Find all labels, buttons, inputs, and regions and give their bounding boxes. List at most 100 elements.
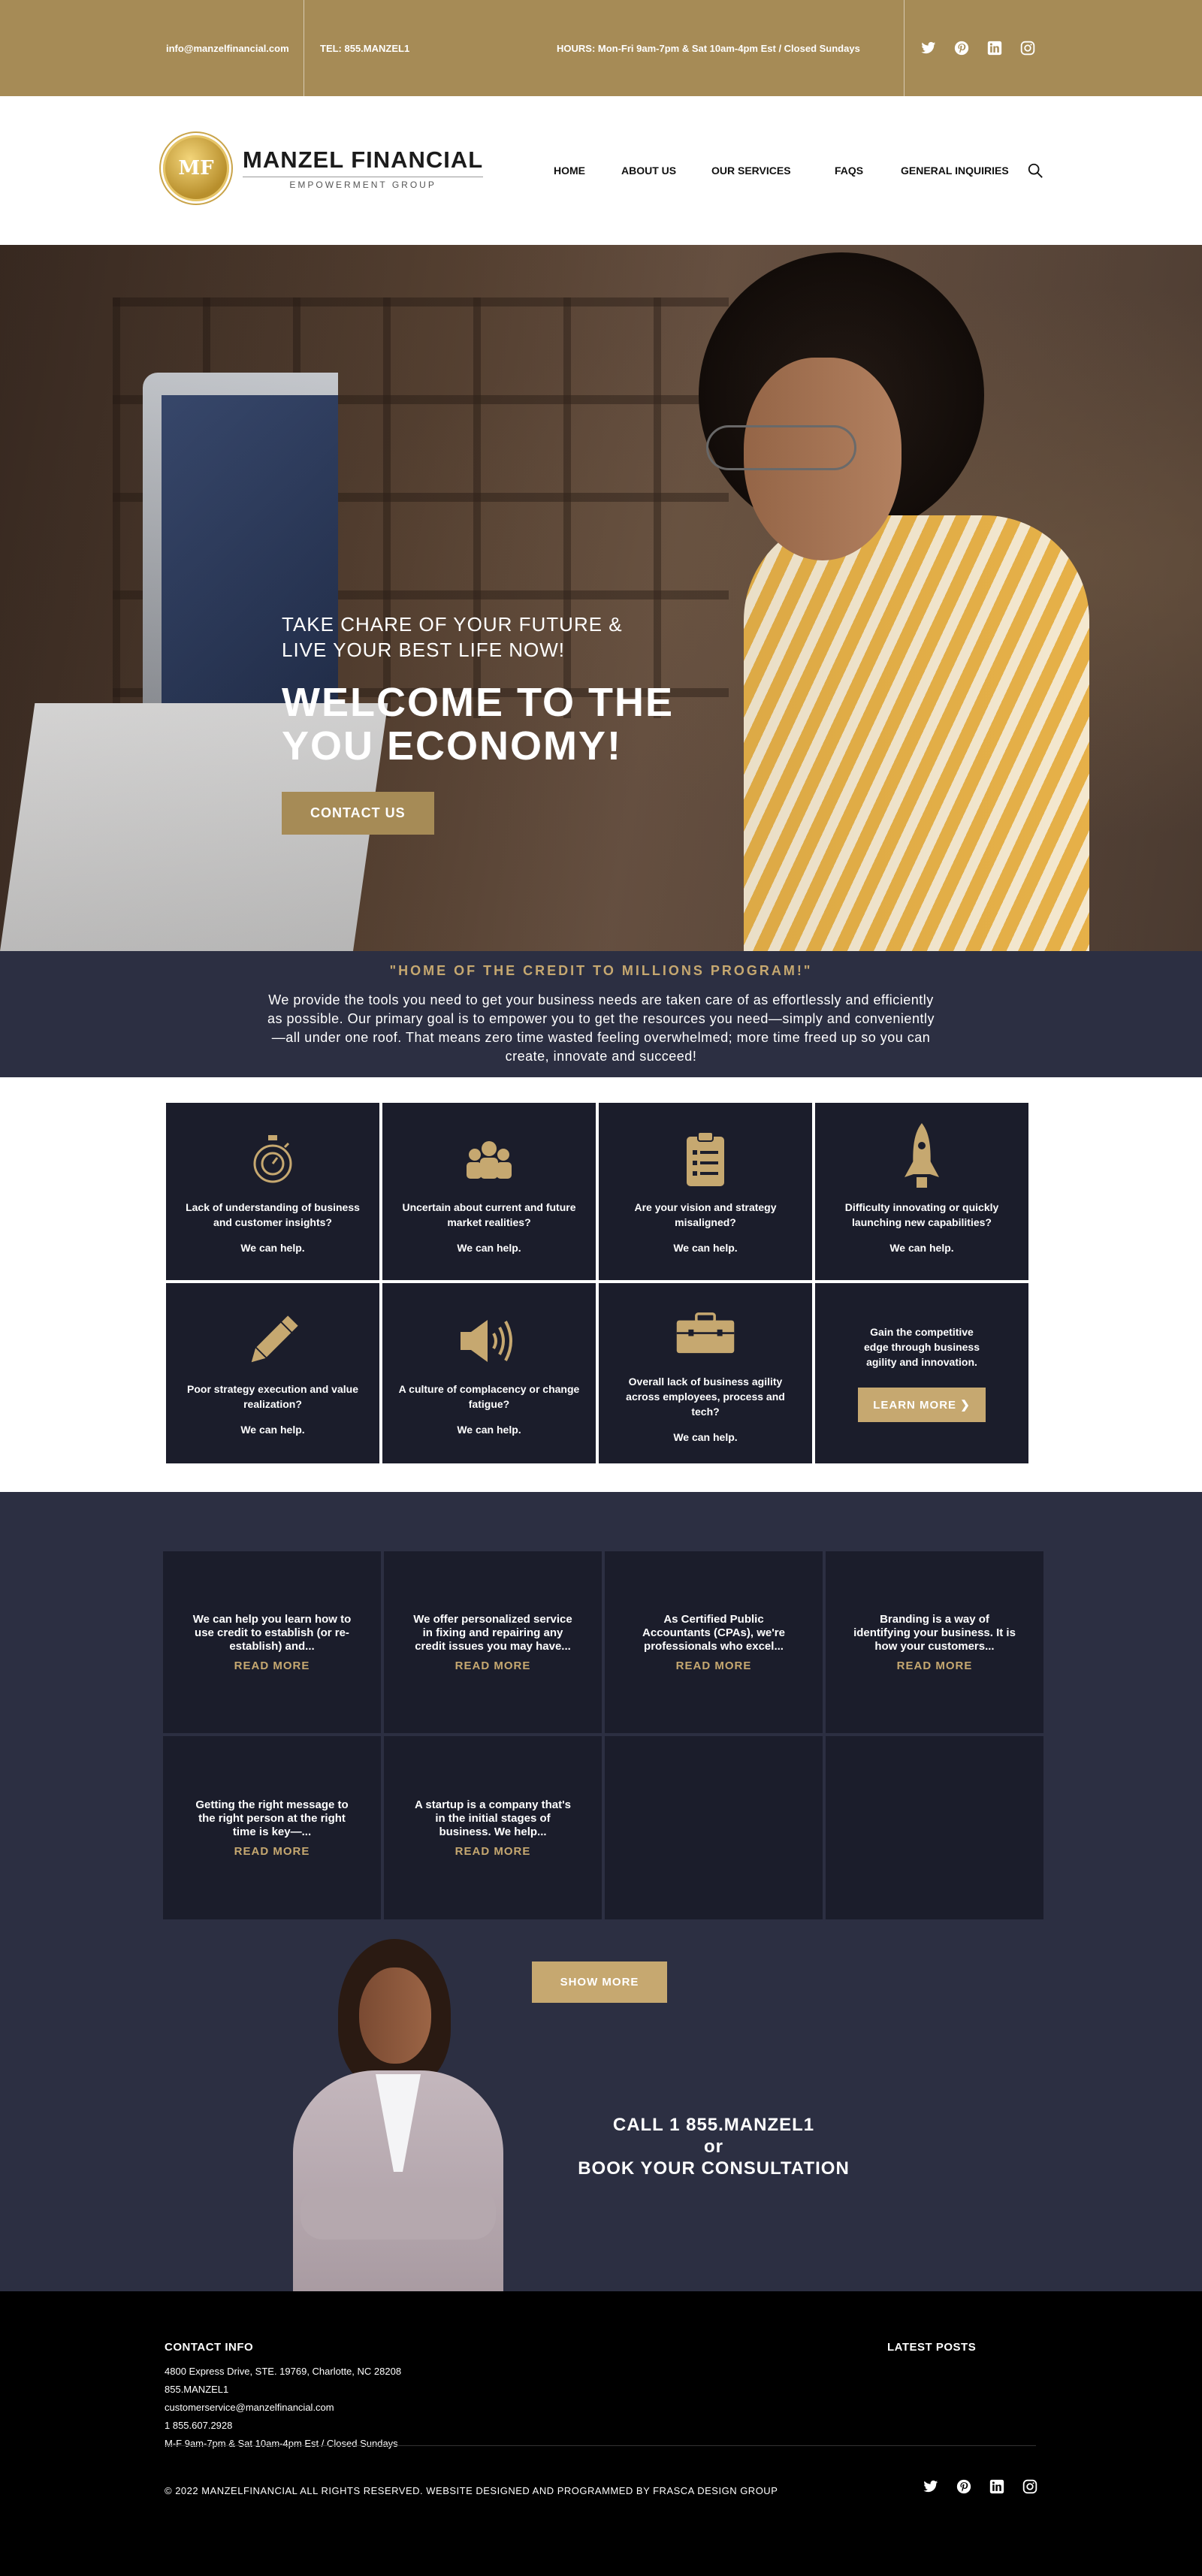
challenge-help: We can help. bbox=[457, 1242, 521, 1254]
learn-more-button[interactable]: LEARN MORE ❯ bbox=[858, 1388, 986, 1422]
challenge-help: We can help. bbox=[889, 1242, 954, 1254]
rocket-icon bbox=[892, 1123, 952, 1189]
read-more-link[interactable]: READ MORE bbox=[234, 1845, 310, 1858]
topbar-phone[interactable]: TEL: 855.MANZEL1 bbox=[320, 0, 409, 96]
challenge-text: Lack of understanding of business and cu… bbox=[186, 1201, 360, 1228]
challenge-card: Lack of understanding of business and cu… bbox=[166, 1103, 379, 1280]
show-more-button[interactable]: SHOW MORE bbox=[532, 1961, 667, 2003]
challenge-text: Poor strategy execution and value realiz… bbox=[187, 1383, 358, 1410]
challenge-card: Uncertain about current and future marke… bbox=[382, 1103, 596, 1280]
topbar-social bbox=[920, 0, 1036, 96]
clipboard-icon bbox=[675, 1129, 735, 1189]
read-more-link[interactable]: READ MORE bbox=[676, 1659, 752, 1672]
services-grid: We can help you learn how to use credit … bbox=[163, 1551, 1043, 1919]
service-excerpt: Getting the right message to the right p… bbox=[195, 1798, 349, 1838]
footer-email[interactable]: customerservice@manzelfinancial.com bbox=[165, 2399, 401, 2417]
edge-card: Gain the competitive edge through busine… bbox=[815, 1283, 1028, 1463]
hero-title-line: WELCOME TO THE bbox=[282, 680, 674, 725]
read-more-link[interactable]: READ MORE bbox=[897, 1659, 973, 1672]
people-icon bbox=[459, 1129, 519, 1189]
top-bar: info@manzelfinancial.com TEL: 855.MANZEL… bbox=[0, 0, 1202, 96]
footer-phone[interactable]: 1 855.607.2928 bbox=[165, 2417, 401, 2435]
briefcase-icon bbox=[675, 1303, 735, 1363]
instagram-icon[interactable] bbox=[1022, 2478, 1038, 2495]
challenge-help: We can help. bbox=[240, 1424, 305, 1436]
search-icon[interactable] bbox=[1027, 162, 1043, 181]
hero-tagline-line: TAKE CHARE OF YOUR FUTURE & bbox=[282, 613, 623, 636]
service-card: Getting the right message to the right p… bbox=[163, 1736, 381, 1919]
service-excerpt: A startup is a company that's in the ini… bbox=[414, 1798, 572, 1838]
nav-inquiries[interactable]: GENERAL INQUIRIES bbox=[901, 165, 1009, 177]
challenge-card: Poor strategy execution and value realiz… bbox=[166, 1283, 379, 1463]
megaphone-icon bbox=[459, 1311, 519, 1371]
site-header: MF MANZEL FINANCIAL EMPOWERMENT GROUP HO… bbox=[0, 96, 1202, 245]
service-card: We offer personalized service in fixing … bbox=[384, 1551, 602, 1733]
read-more-link[interactable]: READ MORE bbox=[455, 1659, 531, 1672]
service-card: As Certified Public Accountants (CPAs), … bbox=[605, 1551, 823, 1733]
intro-band: "HOME OF THE CREDIT TO MILLIONS PROGRAM!… bbox=[0, 951, 1202, 1077]
footer-copyright: © 2022 MANZELFINANCIAL ALL RIGHTS RESERV… bbox=[165, 2485, 778, 2496]
challenge-help: We can help. bbox=[673, 1431, 738, 1443]
linkedin-icon[interactable] bbox=[986, 40, 1003, 56]
service-card: Branding is a way of identifying your bu… bbox=[826, 1551, 1043, 1733]
challenge-text: A culture of complacency or change fatig… bbox=[398, 1383, 580, 1410]
hero-title-line: YOU ECONOMY! bbox=[282, 723, 623, 769]
contact-us-button[interactable]: CONTACT US bbox=[282, 792, 434, 835]
stopwatch-icon bbox=[243, 1129, 303, 1189]
challenges-section: Lack of understanding of business and cu… bbox=[0, 1077, 1202, 1492]
service-card: We can help you learn how to use credit … bbox=[163, 1551, 381, 1733]
challenge-help: We can help. bbox=[673, 1242, 738, 1254]
consultant-photo bbox=[293, 1939, 503, 2291]
service-card: A startup is a company that's in the ini… bbox=[384, 1736, 602, 1919]
main-nav: HOME ABOUT US OUR SERVICES FAQS GENERAL … bbox=[0, 96, 1202, 245]
twitter-icon[interactable] bbox=[923, 2478, 939, 2495]
challenge-card: A culture of complacency or change fatig… bbox=[382, 1283, 596, 1463]
hero-title: WELCOME TO THE YOU ECONOMY! bbox=[282, 681, 674, 768]
edge-text: Gain the competitive edge through busine… bbox=[863, 1326, 980, 1368]
site-footer: CONTACT INFO 4800 Express Drive, STE. 19… bbox=[0, 2291, 1202, 2576]
nav-about[interactable]: ABOUT US bbox=[621, 165, 676, 177]
footer-address: 4800 Express Drive, STE. 19769, Charlott… bbox=[165, 2366, 402, 2377]
divider bbox=[904, 0, 905, 96]
read-more-link[interactable]: READ MORE bbox=[234, 1659, 310, 1672]
footer-hours: M-F 9am-7pm & Sat 10am-4pm Est / Closed … bbox=[165, 2438, 398, 2449]
intro-body: We provide the tools you need to get you… bbox=[267, 992, 935, 1064]
challenges-grid: Lack of understanding of business and cu… bbox=[166, 1103, 1033, 1463]
pencil-icon bbox=[243, 1311, 303, 1371]
pinterest-icon[interactable] bbox=[953, 40, 970, 56]
challenge-text: Uncertain about current and future marke… bbox=[402, 1201, 576, 1228]
challenge-card: Are your vision and strategy misaligned?… bbox=[599, 1103, 812, 1280]
footer-contact-info: 4800 Express Drive, STE. 19769, Charlott… bbox=[165, 2363, 401, 2453]
linkedin-icon[interactable] bbox=[989, 2478, 1005, 2495]
instagram-icon[interactable] bbox=[1019, 40, 1036, 56]
hero-banner: TAKE CHARE OF YOUR FUTURE & LIVE YOUR BE… bbox=[0, 245, 1202, 951]
services-section: We can help you learn how to use credit … bbox=[0, 1492, 1202, 2291]
challenge-card: Difficulty innovating or quickly launchi… bbox=[815, 1103, 1028, 1280]
nav-faqs[interactable]: FAQS bbox=[835, 165, 863, 177]
challenge-help: We can help. bbox=[457, 1424, 521, 1436]
hero-tagline-line: LIVE YOUR BEST LIFE NOW! bbox=[282, 639, 566, 661]
hero-content: TAKE CHARE OF YOUR FUTURE & LIVE YOUR BE… bbox=[282, 612, 674, 835]
footer-divider bbox=[165, 2445, 1036, 2446]
pinterest-icon[interactable] bbox=[956, 2478, 972, 2495]
topbar-hours: HOURS: Mon-Fri 9am-7pm & Sat 10am-4pm Es… bbox=[557, 42, 860, 54]
nav-home[interactable]: HOME bbox=[554, 165, 585, 177]
challenge-text: Overall lack of business agility across … bbox=[626, 1376, 785, 1418]
nav-services[interactable]: OUR SERVICES bbox=[711, 165, 791, 177]
call-to-action: CALL 1 855.MANZEL1 or BOOK YOUR CONSULTA… bbox=[556, 2114, 871, 2179]
footer-social bbox=[923, 2478, 1038, 2495]
consultant-photo-face bbox=[359, 1967, 431, 2064]
intro-tagline: "HOME OF THE CREDIT TO MILLIONS PROGRAM!… bbox=[389, 963, 813, 978]
challenge-text: Difficulty innovating or quickly launchi… bbox=[844, 1201, 999, 1228]
call-line[interactable]: CALL 1 855.MANZEL1 bbox=[556, 2114, 871, 2136]
challenge-help: We can help. bbox=[240, 1242, 305, 1254]
call-line[interactable]: BOOK YOUR CONSULTATION bbox=[556, 2158, 871, 2179]
service-excerpt: We offer personalized service in fixing … bbox=[413, 1612, 572, 1653]
hero-overlay bbox=[0, 245, 1202, 951]
read-more-link[interactable]: READ MORE bbox=[455, 1845, 531, 1858]
topbar-email[interactable]: info@manzelfinancial.com bbox=[166, 0, 289, 96]
service-card-empty bbox=[826, 1736, 1043, 1919]
footer-phone-word[interactable]: 855.MANZEL1 bbox=[165, 2381, 401, 2399]
twitter-icon[interactable] bbox=[920, 40, 937, 56]
hero-tagline: TAKE CHARE OF YOUR FUTURE & LIVE YOUR BE… bbox=[282, 612, 674, 663]
